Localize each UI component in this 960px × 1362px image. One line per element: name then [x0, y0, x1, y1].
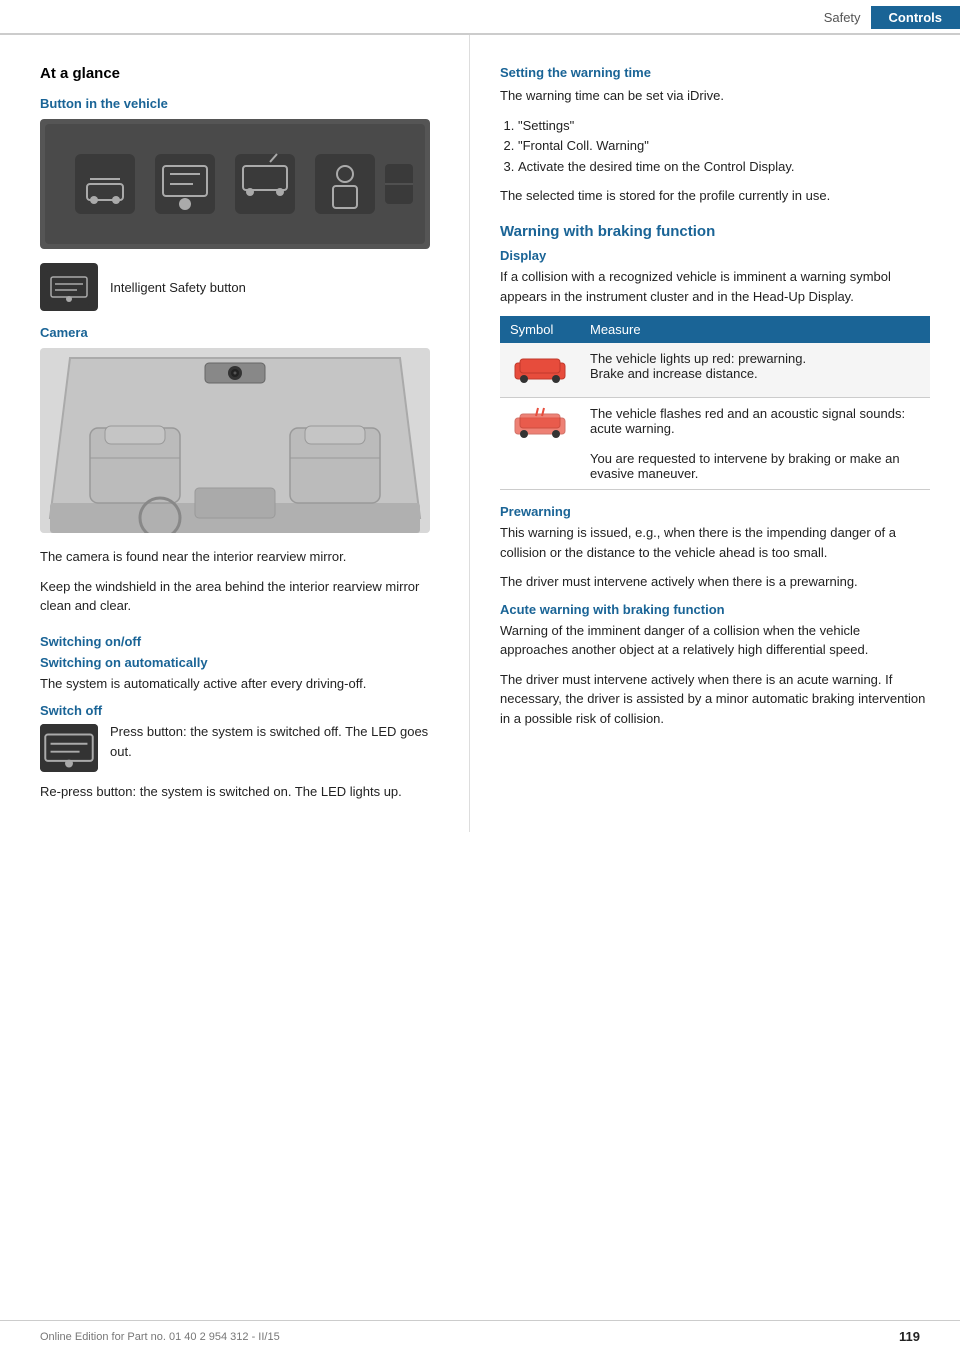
- left-column: At a glance Button in the vehicle: [0, 35, 470, 832]
- page-header: Safety Controls: [0, 0, 960, 35]
- switching-title: Switching on/off: [40, 634, 439, 649]
- acute-body-1: Warning of the imminent danger of a coll…: [500, 621, 930, 660]
- step-2-text: "Frontal Coll. Warning": [518, 138, 649, 153]
- camera-body-2: Keep the windshield in the area behind t…: [40, 577, 439, 616]
- footer-page: 119: [899, 1329, 920, 1344]
- table-header-row: Symbol Measure: [500, 316, 930, 343]
- page-footer: Online Edition for Part no. 01 40 2 954 …: [0, 1320, 960, 1344]
- step-1: "Settings": [518, 116, 930, 137]
- table-symbol-1: [500, 343, 580, 398]
- step-3-text: Activate the desired time on the Control…: [518, 159, 795, 174]
- camera-image: [40, 348, 430, 533]
- prewarning-body-2: The driver must intervene actively when …: [500, 572, 930, 592]
- display-body: If a collision with a recognized vehicle…: [500, 267, 930, 306]
- table-symbol-2: [500, 398, 580, 490]
- table-row: The vehicle flashes red and an acoustic …: [500, 398, 930, 490]
- symbol-measure-table: Symbol Measure The vehicle: [500, 316, 930, 490]
- re-press-body: Re-press button: the system is switched …: [40, 782, 439, 802]
- step-2: "Frontal Coll. Warning": [518, 136, 930, 157]
- setting-warning-intro: The warning time can be set via iDrive.: [500, 86, 930, 106]
- table-row: The vehicle lights up red: prewarning. B…: [500, 343, 930, 398]
- table-header-symbol: Symbol: [500, 316, 580, 343]
- switch-off-row: Press button: the system is switched off…: [40, 722, 439, 772]
- table-header-measure: Measure: [580, 316, 930, 343]
- setting-steps-list: "Settings" "Frontal Coll. Warning" Activ…: [500, 116, 930, 178]
- switch-off-title: Switch off: [40, 703, 439, 718]
- warning-time-section: Setting the warning time The warning tim…: [500, 65, 930, 205]
- header-controls-label: Controls: [871, 6, 960, 29]
- vehicle-button-image: [40, 119, 430, 249]
- step-3: Activate the desired time on the Control…: [518, 157, 930, 178]
- at-a-glance-title: At a glance: [40, 65, 439, 82]
- acute-title: Acute warning with braking function: [500, 602, 930, 617]
- prewarning-title: Prewarning: [500, 504, 930, 519]
- switching-on-auto-body: The system is automatically active after…: [40, 674, 439, 694]
- prewarning-body-1: This warning is issued, e.g., when there…: [500, 523, 930, 562]
- header-safety-label: Safety: [824, 10, 871, 25]
- warning-braking-title: Warning with braking function: [500, 223, 930, 240]
- button-in-vehicle-label: Button in the vehicle: [40, 96, 439, 111]
- switching-section: Switching on/off Switching on automatica…: [40, 634, 439, 802]
- setting-warning-title: Setting the warning time: [500, 65, 930, 80]
- acute-body-2: The driver must intervene actively when …: [500, 670, 930, 729]
- step-1-text: "Settings": [518, 118, 574, 133]
- table-measure-2: The vehicle flashes red and an acoustic …: [580, 398, 930, 490]
- switch-off-body: Press button: the system is switched off…: [110, 722, 439, 761]
- table-measure-1: The vehicle lights up red: prewarning. B…: [580, 343, 930, 398]
- footer-text: Online Edition for Part no. 01 40 2 954 …: [40, 1331, 280, 1343]
- right-column: Setting the warning time The warning tim…: [470, 35, 960, 832]
- isb-label: Intelligent Safety button: [110, 280, 246, 295]
- camera-body-1: The camera is found near the interior re…: [40, 547, 439, 567]
- camera-label: Camera: [40, 325, 439, 340]
- switching-on-auto-title: Switching on automatically: [40, 655, 439, 670]
- switch-off-icon: [40, 724, 98, 772]
- setting-warning-footer: The selected time is stored for the prof…: [500, 186, 930, 206]
- display-title: Display: [500, 248, 930, 263]
- isb-icon: [40, 263, 98, 311]
- isb-row: Intelligent Safety button: [40, 263, 439, 311]
- main-content: At a glance Button in the vehicle: [0, 35, 960, 832]
